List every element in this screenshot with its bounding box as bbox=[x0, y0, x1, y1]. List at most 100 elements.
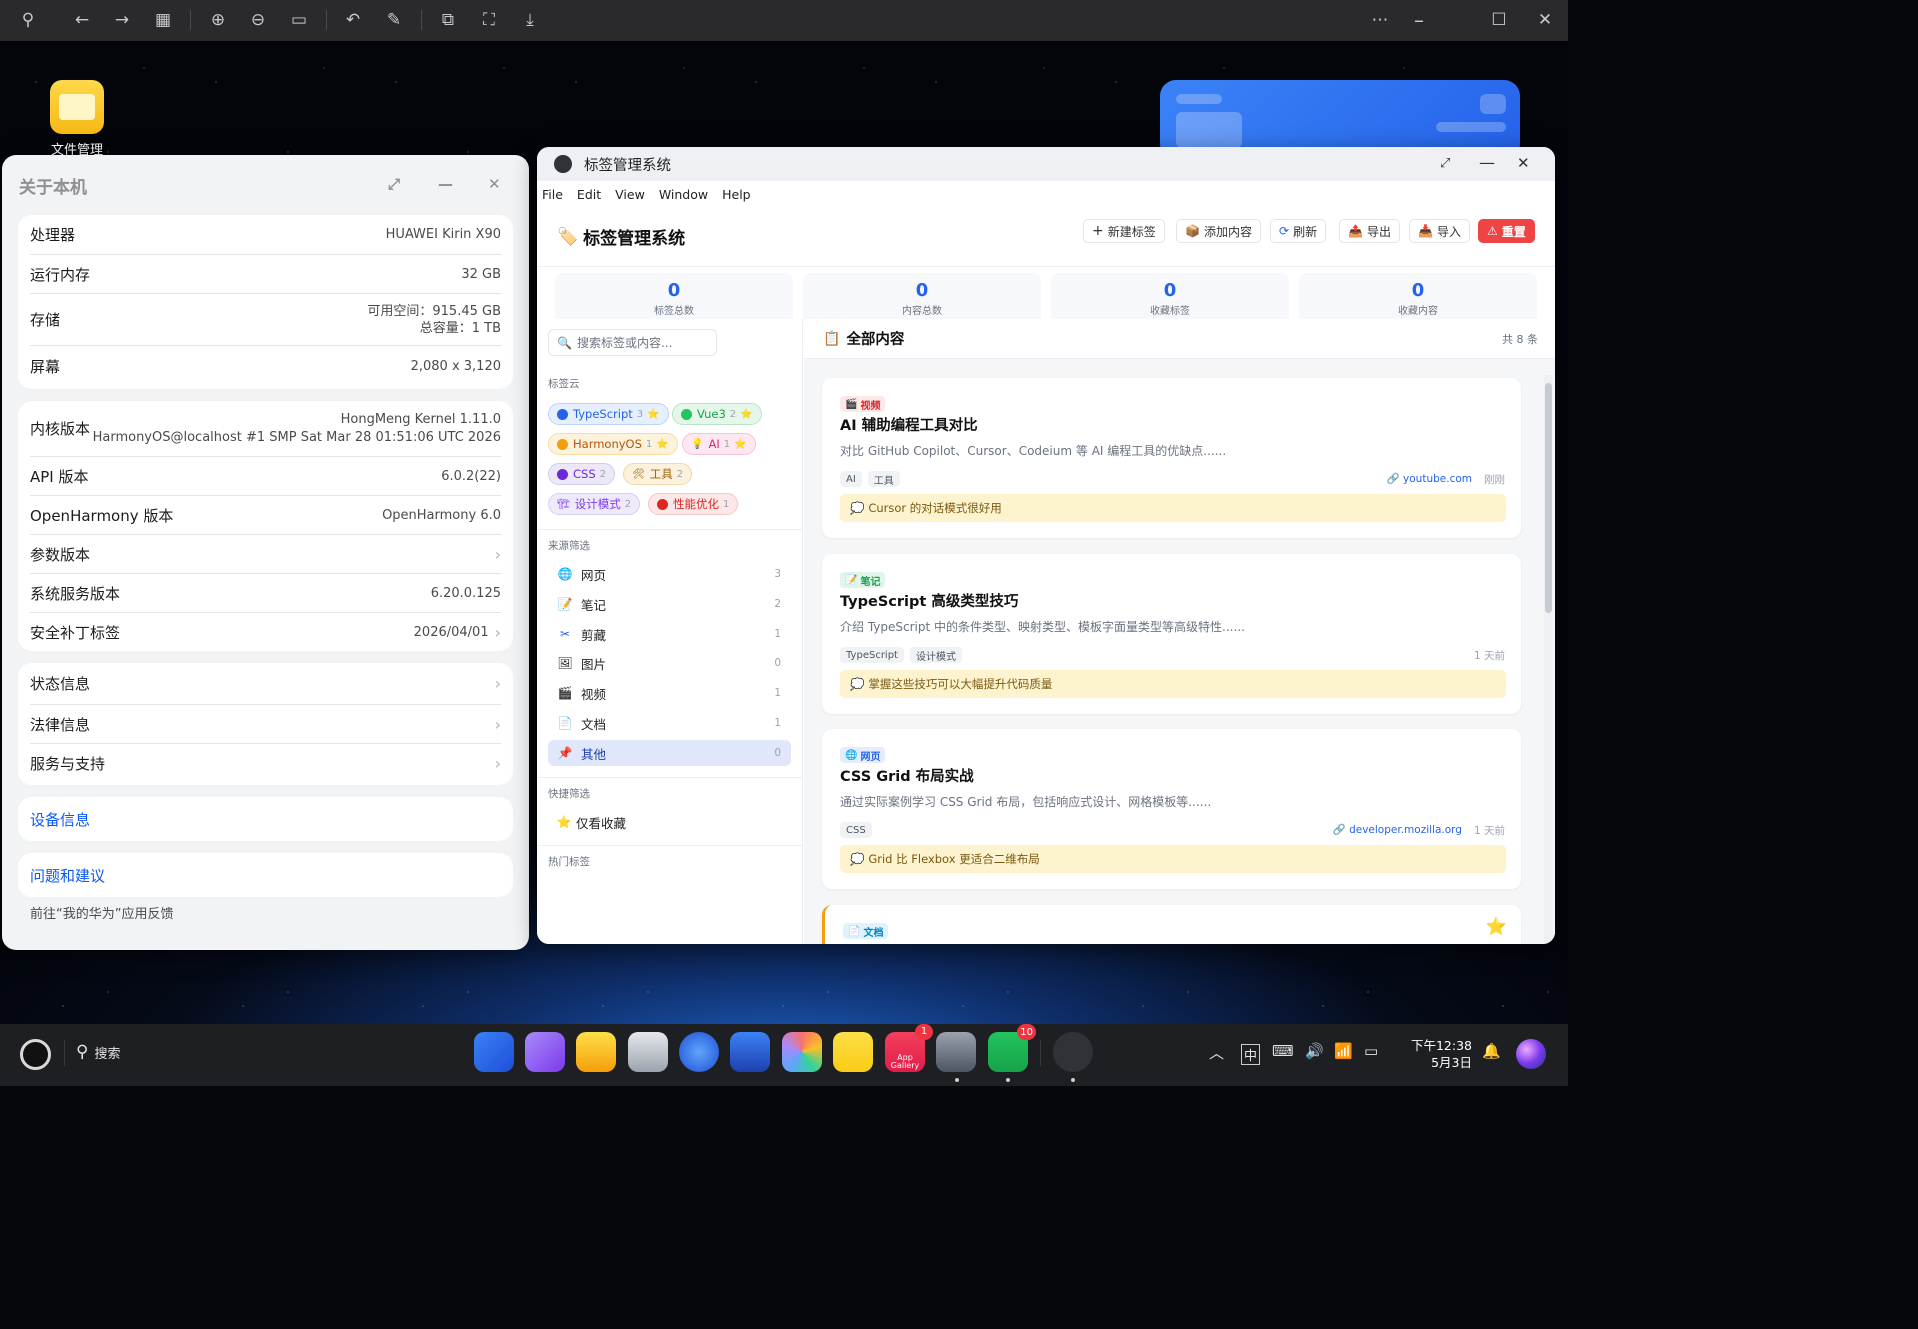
menu-edit[interactable]: Edit bbox=[577, 187, 601, 202]
close-icon[interactable]: ✕ bbox=[488, 175, 501, 193]
device-info-link[interactable]: 设备信息 bbox=[30, 809, 90, 830]
expand-icon[interactable]: ⤢ bbox=[1440, 156, 1450, 171]
assistant-icon[interactable] bbox=[1516, 1039, 1546, 1069]
notes-icon[interactable] bbox=[833, 1032, 873, 1072]
tag-chip[interactable]: 🛠 工具 2 bbox=[623, 463, 693, 485]
hot-tags-heading: 热门标签 bbox=[548, 856, 590, 868]
download-icon[interactable]: ⤓ bbox=[518, 8, 542, 32]
source-other[interactable]: 📌 其他 0 bbox=[548, 740, 791, 766]
legal-info-row[interactable]: 法律信息 › bbox=[30, 705, 501, 744]
item-tag[interactable]: 工具 bbox=[867, 471, 900, 487]
feedback-card[interactable]: 问题和建议 bbox=[18, 853, 513, 897]
tag-chip[interactable]: Vue3 2 ⭐ bbox=[672, 403, 762, 425]
import-button[interactable]: 📥 导入 bbox=[1409, 219, 1470, 243]
tag-chip[interactable]: 💡 AI 1 ⭐ bbox=[682, 433, 756, 455]
minimize-icon[interactable]: – bbox=[1407, 8, 1431, 32]
gallery-icon[interactable] bbox=[782, 1032, 822, 1072]
minimize-icon[interactable]: — bbox=[1479, 153, 1495, 172]
tag-chip[interactable]: 🏗 设计模式 2 bbox=[548, 493, 641, 515]
source-clip[interactable]: ✂ 剪藏 1 bbox=[548, 621, 791, 647]
maximize-icon[interactable]: ☐ bbox=[1487, 8, 1511, 32]
back-icon[interactable]: ← bbox=[70, 8, 94, 32]
wechat-icon[interactable]: 10 bbox=[988, 1024, 1036, 1072]
start-button[interactable] bbox=[20, 1039, 51, 1070]
menu-help[interactable]: Help bbox=[722, 187, 751, 202]
search-input[interactable]: 🔍 搜索标签或内容... bbox=[548, 329, 717, 356]
menu-view[interactable]: View bbox=[615, 187, 645, 202]
clipboard-icon: 📋 bbox=[823, 330, 841, 347]
close-icon[interactable]: ✕ bbox=[1517, 154, 1530, 172]
recycle-bin-icon[interactable] bbox=[628, 1032, 668, 1072]
keyboard-icon[interactable]: ⌨ bbox=[1272, 1042, 1294, 1060]
favorites-only-filter[interactable]: ⭐ 仅看收藏 bbox=[548, 809, 791, 835]
rotate-icon[interactable]: ↶ bbox=[341, 8, 365, 32]
chevron-up-icon[interactable]: ︿ bbox=[1209, 1042, 1224, 1063]
service-support-row[interactable]: 服务与支持 › bbox=[30, 744, 501, 783]
content-item[interactable]: 📝 笔记 TypeScript 高级类型技巧 介绍 TypeScript 中的条件… bbox=[822, 554, 1521, 714]
source-document[interactable]: 📄 文档 1 bbox=[548, 710, 791, 736]
item-tag[interactable]: 设计模式 bbox=[909, 647, 962, 663]
export-button[interactable]: 📤 导出 bbox=[1339, 219, 1400, 243]
feedback-link[interactable]: 问题和建议 bbox=[30, 865, 105, 886]
content-item[interactable]: 🌐 网页 CSS Grid 布局实战 通过实际案例学习 CSS Grid 布局，包… bbox=[822, 729, 1521, 889]
new-tag-button[interactable]: + 新建标签 bbox=[1083, 219, 1165, 243]
actual-size-icon[interactable]: ▭ bbox=[287, 8, 311, 32]
menu-file[interactable]: File bbox=[542, 187, 563, 202]
multitask-icon[interactable] bbox=[525, 1032, 565, 1072]
scrollbar-thumb[interactable] bbox=[1545, 383, 1552, 613]
item-tag[interactable]: TypeScript bbox=[840, 647, 904, 663]
zoom-in-icon[interactable]: ⊕ bbox=[206, 8, 230, 32]
source-video[interactable]: 🎬 视频 1 bbox=[548, 680, 791, 706]
tag-chip[interactable]: 性能优化 1 bbox=[648, 493, 739, 515]
device-info-card[interactable]: 设备信息 bbox=[18, 797, 513, 841]
expand-icon[interactable]: ⤢ bbox=[388, 175, 400, 193]
grid-icon[interactable]: ▦ bbox=[151, 8, 175, 32]
menu-window[interactable]: Window bbox=[659, 187, 708, 202]
source-note[interactable]: 📝 笔记 2 bbox=[548, 591, 791, 617]
fullscreen-icon[interactable]: ⛶ bbox=[477, 8, 501, 32]
content-scrollbar[interactable] bbox=[1544, 375, 1553, 943]
favorite-star-icon[interactable]: ⭐ bbox=[1486, 917, 1507, 937]
tag-chip[interactable]: HarmonyOS 1 ⭐ bbox=[548, 433, 678, 455]
row-value: 2026/04/01 › bbox=[414, 623, 501, 642]
refresh-button[interactable]: ⟳ 刷新 bbox=[1270, 219, 1327, 243]
source-web[interactable]: 🌐 网页 3 bbox=[548, 561, 791, 587]
app-center-icon[interactable] bbox=[474, 1032, 514, 1072]
item-tag[interactable]: CSS bbox=[840, 822, 872, 838]
wifi-icon[interactable]: 📶 bbox=[1334, 1042, 1353, 1060]
minimize-icon[interactable]: — bbox=[438, 175, 453, 193]
mail-icon[interactable] bbox=[730, 1032, 770, 1072]
close-icon[interactable]: ✕ bbox=[1533, 8, 1557, 32]
reset-button[interactable]: ⚠ 重置 bbox=[1478, 219, 1535, 243]
status-info-row[interactable]: 状态信息 › bbox=[30, 663, 501, 705]
source-link[interactable]: 🔗 youtube.com bbox=[1387, 472, 1472, 487]
param-version-row[interactable]: 参数版本 › bbox=[30, 535, 501, 574]
tag-manager-app-icon[interactable] bbox=[1053, 1032, 1093, 1072]
file-manager-icon[interactable] bbox=[576, 1032, 616, 1072]
item-tag[interactable]: AI bbox=[840, 471, 862, 487]
source-link[interactable]: 🔗 developer.mozilla.org bbox=[1333, 823, 1462, 838]
security-patch-row[interactable]: 安全补丁标签 2026/04/01 › bbox=[30, 613, 501, 651]
volume-icon[interactable]: 🔊 bbox=[1305, 1042, 1324, 1060]
source-image[interactable]: 🖼 图片 0 bbox=[548, 650, 791, 676]
input-method-indicator[interactable]: 中 bbox=[1241, 1044, 1261, 1065]
pin-icon[interactable]: ⚲ bbox=[16, 8, 40, 32]
edit-icon[interactable]: ✎ bbox=[382, 8, 406, 32]
content-item[interactable]: 🎬 视频 AI 辅助编程工具对比 对比 GitHub Copilot、Cursor… bbox=[822, 378, 1521, 538]
content-item[interactable]: 📄 文档 ⭐ bbox=[822, 905, 1521, 944]
app-gallery-icon[interactable]: App Gallery 1 bbox=[885, 1024, 933, 1072]
tag-chip[interactable]: CSS 2 bbox=[548, 463, 616, 485]
browser-icon[interactable] bbox=[679, 1032, 719, 1072]
file-manager-shortcut[interactable]: 文件管理 bbox=[40, 80, 114, 158]
add-content-button[interactable]: 📦 添加内容 bbox=[1176, 219, 1261, 243]
zoom-out-icon[interactable]: ⊖ bbox=[246, 8, 270, 32]
tag-chip[interactable]: TypeScript 3 ⭐ bbox=[548, 403, 669, 425]
clock[interactable]: 下午12:38 5月3日 bbox=[1404, 1037, 1472, 1071]
more-icon[interactable]: ⋯ bbox=[1368, 8, 1392, 32]
bell-icon[interactable]: 🔔 bbox=[1482, 1042, 1501, 1060]
battery-icon[interactable]: ▭ bbox=[1364, 1042, 1378, 1060]
crop-icon[interactable]: ⧉ bbox=[436, 8, 460, 32]
taskbar-search[interactable]: ⚲ 搜索 bbox=[76, 1042, 120, 1062]
settings-icon[interactable] bbox=[936, 1032, 976, 1072]
forward-icon[interactable]: → bbox=[110, 8, 134, 32]
